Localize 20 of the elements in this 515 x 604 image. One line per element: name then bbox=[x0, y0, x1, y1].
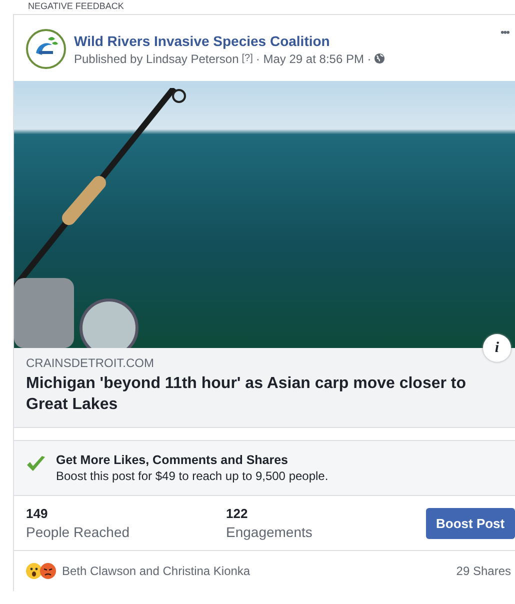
stat-label: Engagements bbox=[226, 524, 314, 540]
globe-icon bbox=[374, 53, 386, 64]
publisher-text: Published by Lindsay Peterson bbox=[74, 52, 239, 66]
organization-logo-icon bbox=[26, 29, 66, 69]
link-domain: CRAINSDETROIT.COM bbox=[26, 356, 156, 370]
help-link[interactable]: [?] bbox=[242, 53, 253, 64]
wow-reaction-icon bbox=[26, 563, 42, 579]
post-time[interactable]: · May 29 at 8:56 PM · bbox=[256, 52, 372, 66]
section-heading: NEGATIVE FEEDBACK bbox=[27, 0, 125, 12]
stat-value: 122 bbox=[226, 506, 249, 521]
check-icon bbox=[26, 455, 46, 473]
boost-post-button[interactable]: Boost Post bbox=[426, 508, 515, 538]
reaction-names[interactable]: Beth Clawson and Christina Kionka bbox=[62, 564, 250, 578]
boost-tip-text: Boost this post for $49 to reach up to 9,500 people. bbox=[56, 469, 328, 483]
stat-label: People Reached bbox=[26, 524, 131, 540]
angry-reaction-icon bbox=[40, 563, 56, 579]
stat-value: 149 bbox=[26, 506, 49, 521]
link-title[interactable]: Michigan 'beyond 11th hour' as Asian carp move closer to Great Lakes bbox=[26, 373, 503, 415]
shares-count[interactable]: 29 Shares bbox=[456, 564, 511, 578]
boost-tip-title: Get More Likes, Comments and Shares bbox=[56, 453, 290, 467]
